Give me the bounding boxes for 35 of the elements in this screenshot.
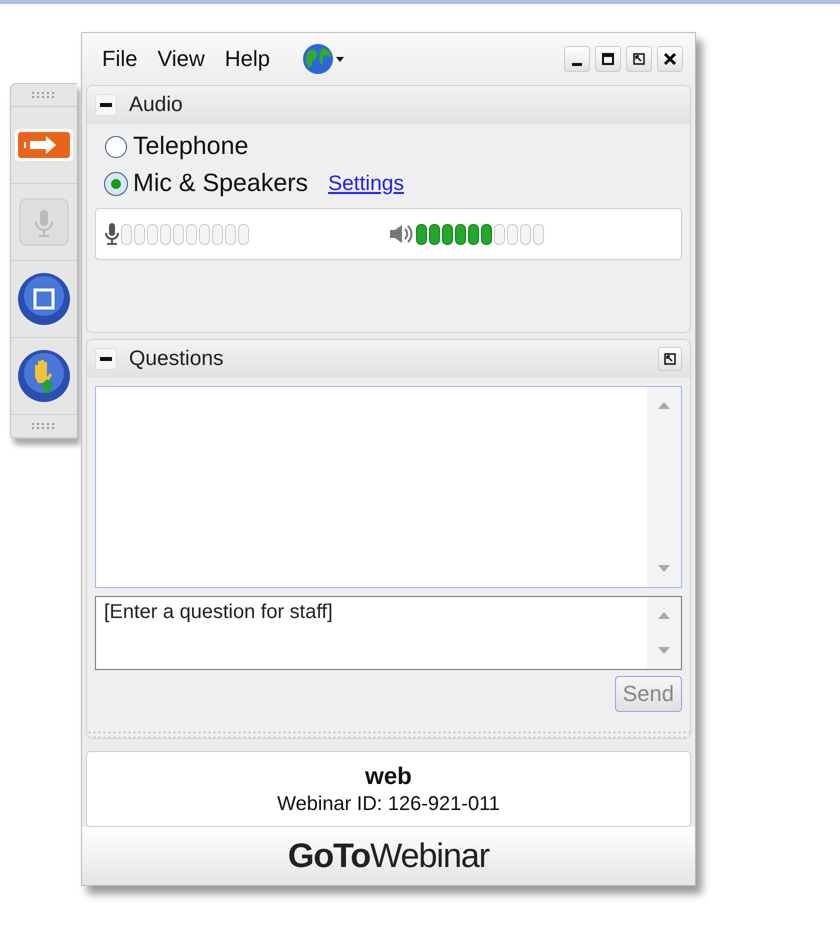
grip-icon [32,91,56,99]
webinar-name: web [365,762,412,790]
audio-radio[interactable]: Mic & Speakers [105,169,308,198]
collapse-button[interactable] [95,94,117,116]
webinar-id: Webinar ID: 126-921-011 [277,792,500,816]
logo: GoToWebinar [288,836,490,876]
raise-hand-icon [17,349,71,403]
close-button[interactable] [657,46,683,72]
pop-out-button[interactable] [658,347,682,371]
grip-icon [32,422,56,430]
microphone-icon [104,221,120,247]
audio-radio[interactable]: Telephone [105,132,248,161]
maximize-icon [601,52,615,66]
stop-icon [17,272,71,326]
panel-title: Audio [129,93,183,117]
pop-out-icon [632,52,646,66]
menu-item[interactable]: File [102,46,138,72]
maximize-button[interactable] [595,46,621,72]
minimize-button[interactable] [564,46,590,72]
pop-out-icon [663,352,677,366]
menu-item[interactable]: Help [224,46,270,72]
collapse-button[interactable] [95,348,117,370]
speaker-icon [388,223,414,245]
minus-icon [100,357,112,361]
panel-title: Questions [129,347,224,371]
settings-link[interactable]: Settings [328,172,404,196]
close-icon [663,52,677,66]
minus-icon [100,103,112,107]
language-button[interactable] [302,42,346,76]
minimize-icon [572,62,582,66]
globe-icon [302,42,346,76]
menu-item[interactable]: View [157,46,205,72]
pop-out-button[interactable] [626,46,652,72]
microphone-icon [19,198,69,246]
arrow-button[interactable] [15,129,73,161]
